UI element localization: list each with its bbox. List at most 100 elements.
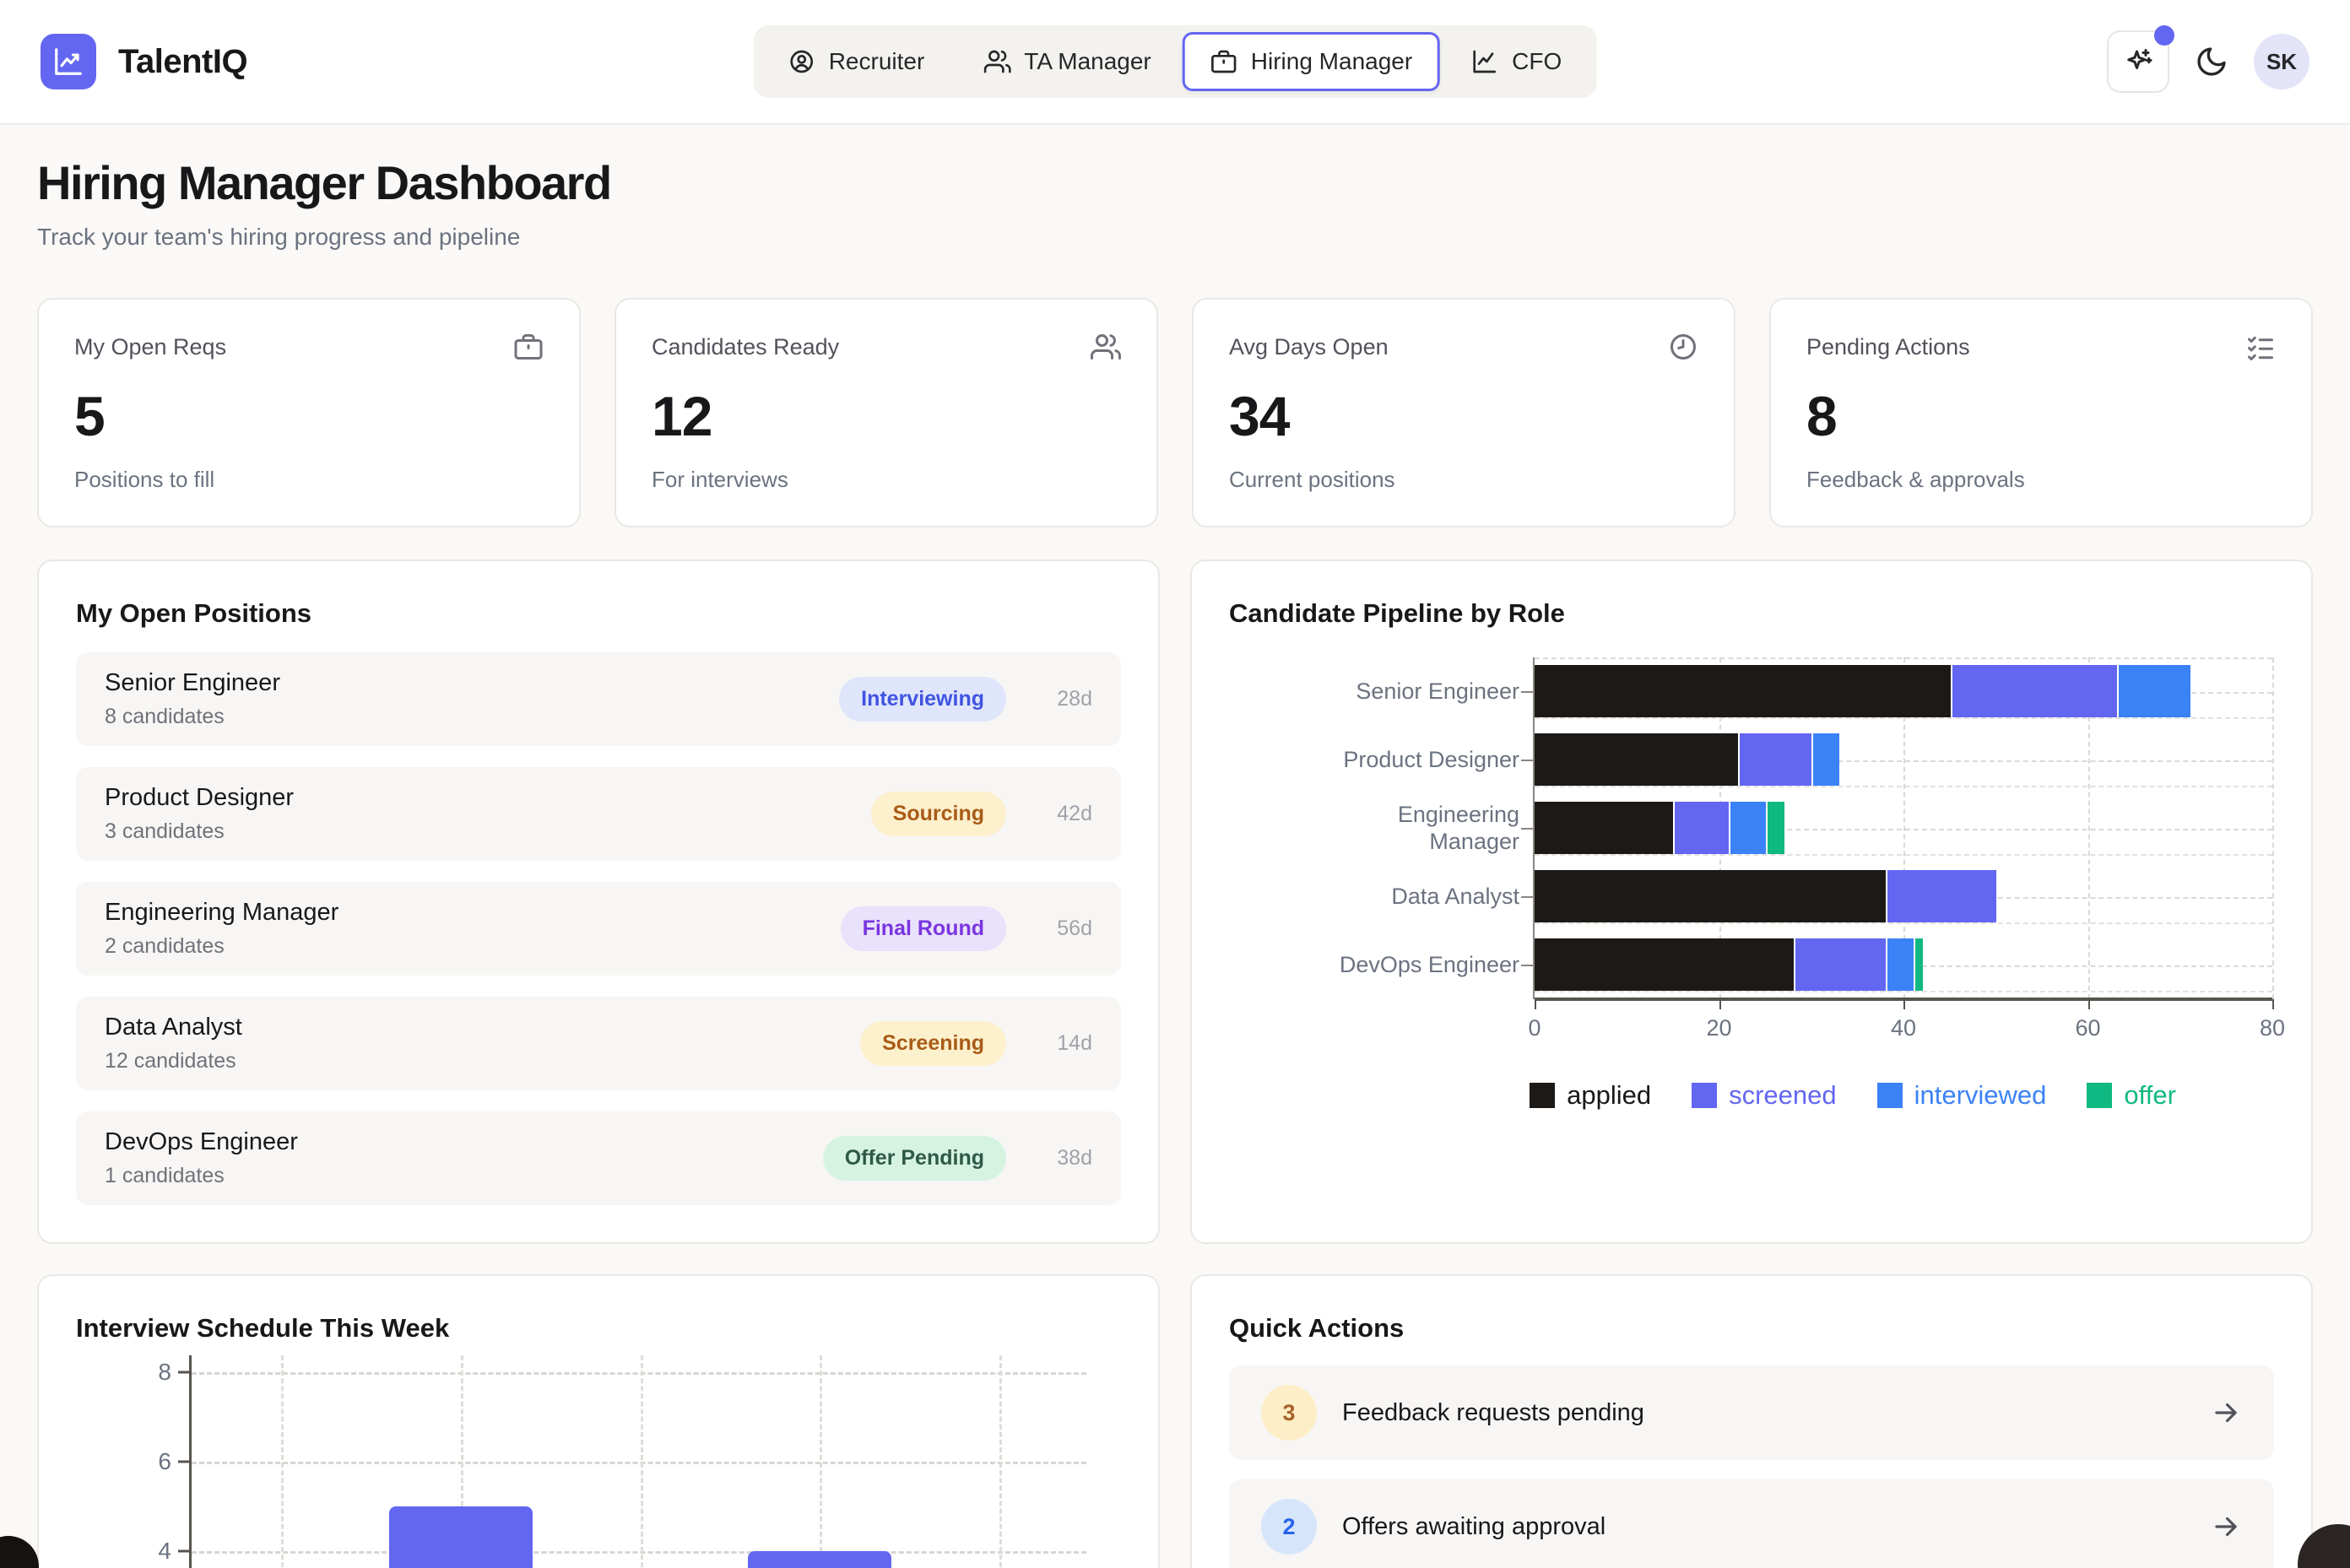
y-tick bbox=[1521, 760, 1533, 761]
pipeline-bar-segment-applied bbox=[1535, 802, 1673, 854]
open-positions-panel: My Open Positions Senior Engineer 8 cand… bbox=[37, 560, 1160, 1244]
position-row[interactable]: Senior Engineer 8 candidates Interviewin… bbox=[76, 652, 1121, 746]
x-tick-label: 80 bbox=[2260, 1015, 2285, 1041]
tab-label: CFO bbox=[1512, 48, 1562, 75]
pipeline-chart: 020406080 Senior Engineer Product Design… bbox=[1229, 657, 2274, 1111]
quick-actions-panel: Quick Actions 3 Feedback requests pendin… bbox=[1190, 1274, 2313, 1568]
page-title: Hiring Manager Dashboard bbox=[37, 155, 2313, 210]
x-gridline bbox=[2272, 657, 2274, 999]
position-candidates: 1 candidates bbox=[105, 1164, 298, 1188]
ai-assistant-button[interactable] bbox=[2107, 30, 2169, 93]
stat-value: 5 bbox=[74, 384, 544, 448]
chart-line-icon bbox=[1471, 48, 1498, 75]
pipeline-row: DevOps Engineer bbox=[1535, 931, 2272, 999]
x-axis bbox=[1535, 998, 2272, 1001]
tab-ta-manager[interactable]: TA Manager bbox=[956, 32, 1178, 91]
pipeline-bar-segment-applied bbox=[1535, 733, 1738, 786]
y-tick-label: 4 bbox=[131, 1538, 171, 1565]
pipeline-bar-segment-interviewed bbox=[2117, 665, 2191, 717]
schedule-bar bbox=[389, 1506, 533, 1568]
user-avatar[interactable]: SK bbox=[2254, 34, 2309, 89]
y-gridline bbox=[1535, 717, 2272, 719]
tab-cfo[interactable]: CFO bbox=[1443, 32, 1589, 91]
y-tick-label: 6 bbox=[131, 1448, 171, 1475]
y-gridline bbox=[1535, 922, 2272, 924]
tab-recruiter[interactable]: Recruiter bbox=[761, 32, 953, 91]
x-gridline bbox=[281, 1355, 284, 1568]
pipeline-bar-segment-interviewed bbox=[1729, 802, 1766, 854]
position-row[interactable]: Product Designer 3 candidates Sourcing 4… bbox=[76, 767, 1121, 861]
arrow-right-icon bbox=[2210, 1511, 2242, 1543]
pipeline-plot-area: 020406080 Senior Engineer Product Design… bbox=[1533, 657, 2272, 999]
chart-legend: applied screened interviewed offer bbox=[1432, 1080, 2274, 1111]
x-tick-label: 0 bbox=[1528, 1015, 1540, 1041]
position-row[interactable]: Engineering Manager 2 candidates Final R… bbox=[76, 882, 1121, 976]
stat-label: Candidates Ready bbox=[652, 334, 839, 360]
panel-title: Candidate Pipeline by Role bbox=[1229, 598, 2274, 629]
position-role: Product Designer bbox=[105, 784, 294, 812]
x-tick-label: 20 bbox=[1706, 1015, 1731, 1041]
theme-toggle-button[interactable] bbox=[2195, 45, 2228, 78]
arrow-right-icon bbox=[2210, 1397, 2242, 1429]
status-badge: Sourcing bbox=[871, 792, 1006, 836]
stat-card: Pending Actions 8 Feedback & approvals bbox=[1769, 298, 2313, 527]
schedule-plot-area: 864 bbox=[189, 1355, 1086, 1568]
stat-sublabel: Feedback & approvals bbox=[1806, 467, 2276, 493]
pipeline-bar-segment-applied bbox=[1535, 665, 1951, 717]
pipeline-bar-segment-offer bbox=[1914, 938, 1923, 991]
position-candidates: 3 candidates bbox=[105, 819, 294, 844]
legend-label: applied bbox=[1567, 1080, 1651, 1111]
legend-item-interviewed: interviewed bbox=[1877, 1080, 2047, 1111]
position-role: Engineering Manager bbox=[105, 899, 338, 927]
pipeline-bar bbox=[1535, 802, 1784, 854]
legend-swatch bbox=[1530, 1083, 1555, 1108]
status-badge: Screening bbox=[860, 1021, 1006, 1066]
position-candidates: 12 candidates bbox=[105, 1049, 242, 1073]
pipeline-category-label: Product Designer bbox=[1317, 726, 1519, 794]
schedule-bar bbox=[748, 1551, 891, 1568]
legend-swatch bbox=[1692, 1083, 1717, 1108]
legend-label: offer bbox=[2124, 1080, 2175, 1111]
y-gridline bbox=[192, 1462, 1086, 1464]
days-open: 56d bbox=[1030, 916, 1092, 941]
bottom-panels-row: Interview Schedule This Week 864 Quick A… bbox=[37, 1274, 2313, 1568]
y-tick bbox=[1521, 691, 1533, 693]
x-gridline bbox=[820, 1355, 822, 1568]
pipeline-bar-segment-screened bbox=[1951, 665, 2117, 717]
pipeline-category-label: Engineering Manager bbox=[1317, 794, 1519, 862]
position-candidates: 2 candidates bbox=[105, 934, 338, 959]
quick-action-label: Feedback requests pending bbox=[1342, 1399, 2185, 1427]
quick-action-row[interactable]: 3 Feedback requests pending bbox=[1229, 1365, 2274, 1460]
tab-hiring-manager[interactable]: Hiring Manager bbox=[1183, 32, 1440, 91]
position-candidates: 8 candidates bbox=[105, 705, 280, 729]
y-tick bbox=[1521, 896, 1533, 898]
pipeline-bar-segment-applied bbox=[1535, 938, 1794, 991]
position-row[interactable]: DevOps Engineer 1 candidates Offer Pendi… bbox=[76, 1111, 1121, 1205]
position-row[interactable]: Data Analyst 12 candidates Screening 14d bbox=[76, 997, 1121, 1090]
clock-icon bbox=[1668, 332, 1698, 362]
status-badge: Interviewing bbox=[839, 677, 1006, 722]
brand: TalentIQ bbox=[41, 34, 247, 89]
y-tick-label: 8 bbox=[131, 1359, 171, 1386]
quick-actions-list: 3 Feedback requests pending 2 Offers awa… bbox=[1229, 1365, 2274, 1568]
pipeline-bar bbox=[1535, 733, 1839, 786]
y-tick bbox=[178, 1550, 190, 1553]
days-open: 28d bbox=[1030, 687, 1092, 711]
tab-label: Hiring Manager bbox=[1251, 48, 1412, 75]
count-badge: 2 bbox=[1261, 1499, 1317, 1554]
stat-sublabel: Positions to fill bbox=[74, 467, 544, 493]
quick-action-row[interactable]: 2 Offers awaiting approval bbox=[1229, 1479, 2274, 1568]
briefcase-icon bbox=[513, 332, 544, 362]
users-icon bbox=[983, 48, 1010, 75]
main-panels-row: My Open Positions Senior Engineer 8 cand… bbox=[37, 560, 2313, 1244]
legend-item-offer: offer bbox=[2087, 1080, 2175, 1111]
stat-label: Avg Days Open bbox=[1229, 334, 1389, 360]
y-tick bbox=[1521, 828, 1533, 830]
stat-label: My Open Reqs bbox=[74, 334, 226, 360]
legend-item-screened: screened bbox=[1692, 1080, 1837, 1111]
pipeline-row: Product Designer bbox=[1535, 726, 2272, 794]
interview-schedule-panel: Interview Schedule This Week 864 bbox=[37, 1274, 1160, 1568]
x-tick-label: 40 bbox=[1891, 1015, 1916, 1041]
legend-label: interviewed bbox=[1914, 1080, 2047, 1111]
pipeline-bar-segment-applied bbox=[1535, 870, 1886, 922]
